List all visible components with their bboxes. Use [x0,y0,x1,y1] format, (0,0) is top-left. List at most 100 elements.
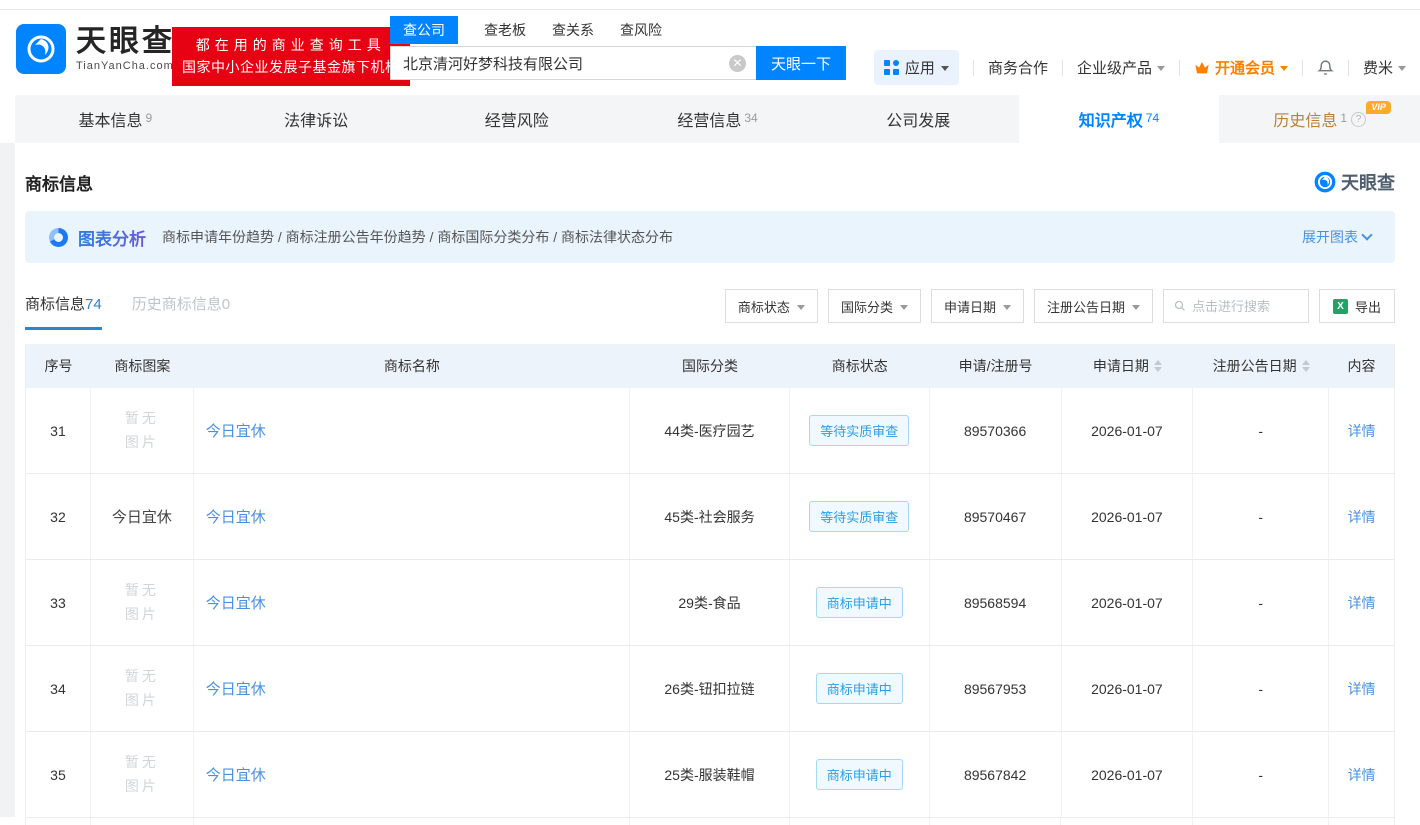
expand-charts-link[interactable]: 展开图表 [1302,227,1371,247]
tab-operation-risk[interactable]: 经营风险 [416,95,617,143]
trademark-name-link[interactable]: 今日宜休 [206,506,266,527]
filter-reg-pub-date[interactable]: 注册公告日期 [1034,289,1153,323]
sub-tab-trademarks[interactable]: 商标信息74 [25,293,102,330]
tab-label: 公司发展 [886,107,950,131]
col-header-regno: 申请/注册号 [930,344,1062,388]
tab-company-development[interactable]: 公司发展 [818,95,1019,143]
row-number: 35 [26,732,91,817]
intl-class-cell: 26类-钮扣拉链 [630,646,790,731]
tab-intellectual-property[interactable]: 知识产权 74 [1019,95,1220,143]
filter-apply-date[interactable]: 申请日期 [931,289,1024,323]
trademark-name-link[interactable]: 今日宜休 [206,764,266,785]
detail-link[interactable]: 详情 [1348,679,1376,699]
search-area: 查公司 查老板 查关系 查风险 ✕ 天眼一下 [390,16,846,80]
col-header-pub-date[interactable]: 注册公告日期 [1193,344,1329,388]
expand-charts-label: 展开图表 [1302,227,1358,247]
table-search-input[interactable] [1192,299,1298,314]
status-badge: 等待实质审查 [809,501,909,532]
notification-bell-icon[interactable] [1317,58,1334,77]
tianyancha-eye-icon [1314,171,1336,193]
next-row-partial [26,818,1394,825]
promo-line1: 都在用的商业查询工具 [182,34,400,56]
tab-label: 基本信息 [79,107,143,131]
filter-label: 商标状态 [738,297,790,316]
registration-number: 89570467 [930,474,1062,559]
filter-trademark-status[interactable]: 商标状态 [725,289,818,323]
search-tab-relation[interactable]: 查关系 [552,16,594,44]
chevron-down-icon [1132,305,1140,310]
trademark-section: 商标信息 天眼查 图表分析 商标申请年份趋势 / 商标注册公告年份趋势 / 商标… [0,169,1420,825]
filter-label: 注册公告日期 [1047,297,1125,316]
search-tab-boss[interactable]: 查老板 [484,16,526,44]
trademark-name-link[interactable]: 今日宜休 [206,592,266,613]
table-row: 31 暂无图片 今日宜休 44类-医疗园艺 等待实质审查 89570366 20… [26,388,1394,474]
registration-number: 89568594 [930,560,1062,645]
tab-legal-litigation[interactable]: 法律诉讼 [216,95,417,143]
row-number: 32 [26,474,91,559]
filter-bar: 商标状态 国际分类 申请日期 注册公告日期 X [725,289,1395,323]
sub-tab-history-trademarks[interactable]: 历史商标信息0 [132,293,230,330]
site-logo[interactable]: 天眼查 TianYanCha.com [16,24,175,74]
table-header-row: 序号 商标图案 商标名称 国际分类 商标状态 申请/注册号 申请日期 注册公告日… [26,344,1394,388]
tab-history-info[interactable]: VIP 历史信息 1 ? [1219,95,1420,143]
search-button[interactable]: 天眼一下 [756,46,846,80]
enterprise-label: 企业级产品 [1077,57,1152,78]
open-vip-label: 开通会员 [1215,57,1275,78]
status-badge: 商标申请中 [816,673,903,704]
logo-text: 天眼查 [76,26,175,58]
table-search-box[interactable] [1163,289,1309,323]
user-menu[interactable]: 费米 [1363,57,1406,78]
registration-number: 89570366 [930,388,1062,473]
detail-link[interactable]: 详情 [1348,421,1376,441]
tab-operation-info[interactable]: 经营信息 34 [617,95,818,143]
col-header-no: 序号 [26,344,91,388]
sort-icon[interactable] [1302,360,1310,372]
chevron-down-icon [797,305,805,310]
tab-count: 1 [1340,111,1347,125]
sub-tab-label: 商标信息 [25,296,85,313]
row-number: 34 [26,646,91,731]
export-button[interactable]: X 导出 [1319,289,1395,323]
status-badge: 等待实质审查 [809,415,909,446]
col-header-content: 内容 [1329,344,1394,388]
divider [1348,60,1349,76]
detail-link[interactable]: 详情 [1348,507,1376,527]
trademark-name-link[interactable]: 今日宜休 [206,678,266,699]
filter-intl-class[interactable]: 国际分类 [828,289,921,323]
apps-label: 应用 [905,57,935,78]
trademark-image-cell: 暂无图片 [91,732,194,817]
sub-tab-count: 74 [85,296,102,313]
apply-date: 2026-01-07 [1062,646,1194,731]
sort-icon[interactable] [1154,360,1162,372]
open-vip-menu[interactable]: 开通会员 [1194,57,1288,78]
apps-menu-button[interactable]: 应用 [874,50,959,85]
chart-analysis-label: 图表分析 [78,225,146,250]
chevron-down-icon [941,66,949,71]
apply-date: 2026-01-07 [1062,388,1194,473]
search-tab-company[interactable]: 查公司 [390,16,458,44]
tab-label: 历史信息 [1273,107,1337,131]
registration-number: 89567953 [930,646,1062,731]
page: 天眼查 TianYanCha.com 都在用的商业查询工具 国家中小企业发展子基… [0,0,1420,825]
crown-icon [1194,61,1210,75]
search-tabs: 查公司 查老板 查关系 查风险 [390,16,846,44]
detail-link[interactable]: 详情 [1348,593,1376,613]
business-cooperation-link[interactable]: 商务合作 [988,57,1048,78]
trademark-name-link[interactable]: 今日宜休 [206,420,266,441]
row-number: 31 [26,388,91,473]
top-menu: 应用 商务合作 企业级产品 开通会员 [874,50,1406,85]
detail-link[interactable]: 详情 [1348,765,1376,785]
tab-basic-info[interactable]: 基本信息 9 [15,95,216,143]
col-header-name: 商标名称 [194,344,630,388]
search-tab-risk[interactable]: 查风险 [620,16,662,44]
tianyancha-eye-icon [16,24,66,74]
col-header-apply-date[interactable]: 申请日期 [1061,344,1193,388]
divider [973,60,974,76]
chevron-down-icon [1280,66,1288,71]
pub-date: - [1193,732,1329,817]
company-search-input[interactable] [391,47,756,79]
apply-date: 2026-01-07 [1062,474,1194,559]
clear-search-icon[interactable]: ✕ [729,55,746,72]
question-circle-icon[interactable]: ? [1351,112,1366,127]
enterprise-product-menu[interactable]: 企业级产品 [1077,57,1165,78]
